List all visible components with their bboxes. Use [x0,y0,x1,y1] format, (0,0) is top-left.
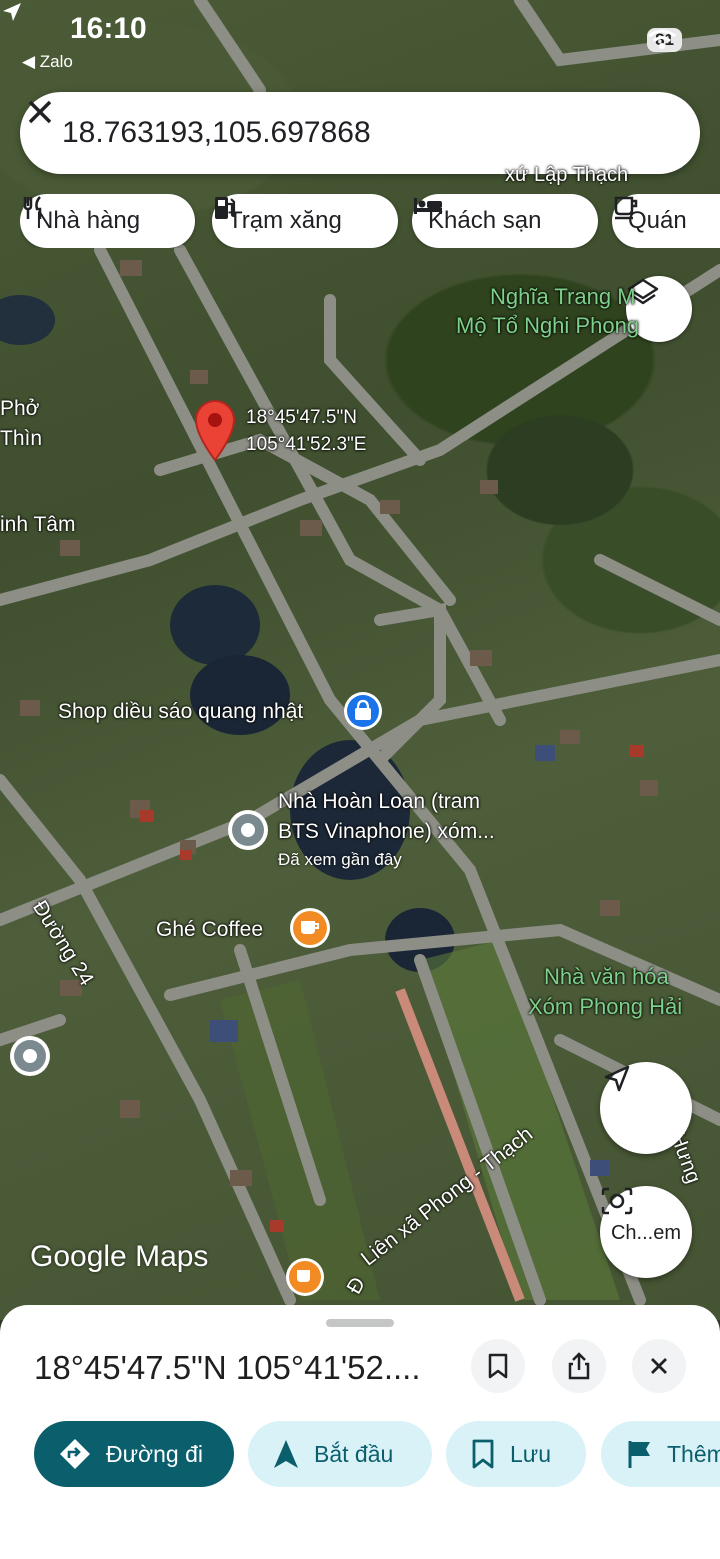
chip-restaurant[interactable]: Nhà hàng [20,194,195,248]
lens-label: Ch...em [610,1221,682,1244]
place-bottom-sheet[interactable]: 18°45'47.5"N 105°41'52.... Đường đi Bắt … [0,1305,720,1559]
chip-hotel[interactable]: Khách sạn [412,194,598,248]
status-bar: 16:10 ◀ Zalo 81 [0,0,720,80]
back-to-app-link[interactable]: ◀ Zalo [22,52,73,72]
location-pin-icon[interactable] [192,398,238,462]
category-chips: Nhà hàng Trạm xăng Khách sạn Quán [20,194,720,248]
poi-label-nha-hoan-2[interactable]: BTS Vinaphone) xóm... [278,820,495,844]
share-button[interactable] [552,1339,606,1393]
wifi-icon [648,29,676,49]
poi-recent-label: Đã xem gần đây [278,850,402,869]
action-label: Thêm [667,1440,720,1467]
bookmark-icon [488,1353,508,1379]
place-title: 18°45'47.5"N 105°41'52.... [34,1349,421,1386]
camera-lens-icon [601,1187,633,1215]
map-view[interactable]: 16:10 ◀ Zalo 81 18.763193,105.697868 Nhà… [0,0,720,1320]
close-icon[interactable] [20,92,60,132]
poi-label-nha-hoan[interactable]: Nhà Hoàn Loan (tram [278,790,480,814]
map-label-place: Phở [0,397,40,420]
navigation-arrow-icon [604,1065,630,1092]
map-label-place: Thìn [0,427,43,450]
my-location-button[interactable] [600,1062,692,1154]
directions-icon [60,1439,90,1469]
share-icon [568,1352,590,1380]
status-time: 16:10 [70,12,147,45]
status-icons: 81 [647,28,682,52]
cafe-icon [614,196,638,220]
chip-label: Trạm xăng [228,207,342,234]
more-action-button[interactable]: Thêm [601,1421,720,1487]
coffee-marker-icon[interactable] [284,1256,326,1298]
bookmark-icon [472,1439,494,1469]
map-label-cemetery-2: Mộ Tổ Nghi Phong [456,313,640,338]
flag-icon [628,1441,650,1468]
gas-station-icon [215,197,236,219]
map-label-cemetery: Nghĩa Trang M [490,284,636,309]
action-label: Bắt đầu [314,1440,394,1467]
close-icon [651,1358,667,1374]
chip-cafe[interactable]: Quán [612,194,720,248]
restaurant-icon [23,196,42,219]
poi-label-shop[interactable]: Shop diều sáo quang nhật [58,700,303,724]
search-input[interactable]: 18.763193,105.697868 [62,116,371,150]
action-label: Lưu [510,1440,551,1467]
pin-lat: 18°45'47.5"N [246,407,357,428]
save-action-button[interactable]: Lưu [446,1421,586,1487]
coffee-marker-icon[interactable] [288,906,332,954]
map-label-cultural-house: Nhà văn hóa [544,964,669,989]
start-button[interactable]: Bắt đầu [248,1421,432,1487]
map-label-place: xứ Lập Thạch [505,164,629,186]
map-label-cultural-house-2: Xóm Phong Hải [528,994,683,1019]
hotel-icon [414,198,442,214]
close-button[interactable] [632,1339,686,1393]
drag-handle[interactable] [326,1319,394,1327]
shopping-bag-marker-icon[interactable] [342,690,384,736]
save-button[interactable] [471,1339,525,1393]
lens-button[interactable]: Ch...em [600,1186,692,1278]
map-label-place: inh Tâm [0,513,76,536]
recent-place-marker-icon[interactable] [226,808,270,856]
action-label: Đường đi [106,1440,203,1467]
chip-label: Khách sạn [428,207,542,234]
back-app-label: Zalo [39,52,73,71]
google-maps-logo: Google Maps [30,1240,209,1273]
pin-lng: 105°41'52.3"E [246,434,367,455]
navigation-icon [274,1440,298,1468]
action-buttons: Đường đi Bắt đầu Lưu Thêm [0,1421,720,1487]
poi-label-coffee[interactable]: Ghé Coffee [156,918,263,942]
location-arrow-icon [3,3,21,21]
directions-button[interactable]: Đường đi [34,1421,234,1487]
pin-coordinates: 18°45'47.5"N 105°41'52.3"E [246,404,366,458]
recent-place-marker-icon[interactable] [8,1034,52,1078]
chip-label: Nhà hàng [36,207,141,234]
chip-gas-station[interactable]: Trạm xăng [212,194,398,248]
